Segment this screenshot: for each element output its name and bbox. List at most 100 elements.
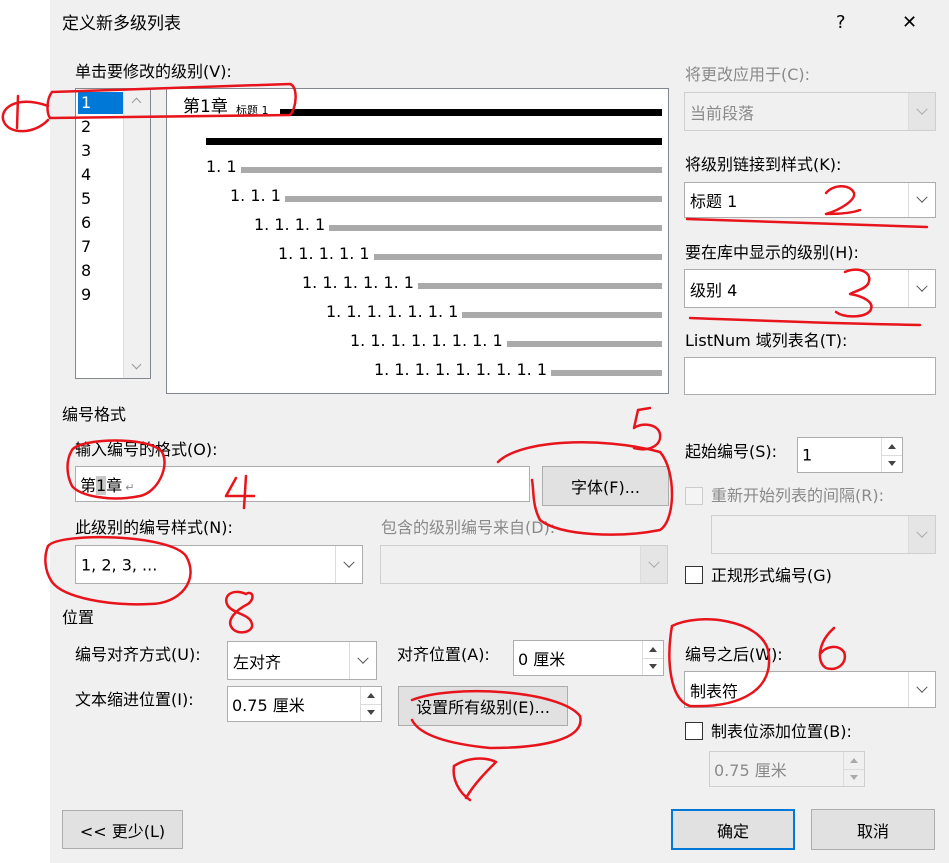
preview-text-line [374, 254, 662, 260]
listnum-input[interactable] [684, 357, 936, 395]
preview-text-line [418, 283, 662, 289]
level-list-label: 单击要修改的级别(V): [75, 62, 232, 81]
level-list-scrollbar[interactable] [123, 89, 150, 378]
link-style-select[interactable]: 标题 1 [684, 182, 936, 218]
follow-number-label: 编号之后(W): [685, 645, 783, 664]
apply-to-value: 当前段落 [690, 103, 755, 123]
preview-text-line [507, 341, 662, 347]
scroll-down-icon[interactable] [131, 359, 142, 370]
gallery-level-label: 要在库中显示的级别(H): [685, 243, 859, 262]
follow-number-select[interactable]: 制表符 [684, 671, 936, 708]
spin-down-icon[interactable] [844, 769, 864, 786]
indent-label: 文本缩进位置(I): [75, 690, 194, 709]
aligned-at-label: 对齐位置(A): [397, 645, 490, 664]
level-item[interactable]: 9 [81, 284, 121, 306]
level-item[interactable]: 2 [81, 116, 121, 138]
preview-level-number: 1. 1. 1. 1. 1. 1. 1. 1. 1 [374, 360, 547, 379]
level-item[interactable]: 3 [81, 140, 121, 162]
restart-list-select[interactable] [711, 515, 936, 554]
chevron-down-icon[interactable] [335, 546, 362, 583]
level-item[interactable]: 4 [81, 164, 121, 186]
legal-numbering-checkbox[interactable] [685, 566, 703, 584]
level-list[interactable]: 1 2 3 4 5 6 7 8 9 [75, 88, 151, 379]
chevron-down-icon[interactable] [908, 270, 935, 307]
indent-stepper[interactable]: 0.75 厘米 [227, 686, 382, 722]
preview-level-number: 1. 1. 1. 1. 1. 1. 1. 1 [350, 331, 503, 350]
alignment-select[interactable]: 左对齐 [227, 641, 377, 680]
listnum-label: ListNum 域列表名(T): [685, 331, 848, 350]
preview-level1-prefix: 第1章 [183, 97, 228, 117]
ok-button[interactable]: 确定 [671, 809, 795, 850]
start-at-label: 起始编号(S): [685, 442, 778, 461]
chevron-down-icon[interactable] [908, 672, 935, 707]
link-style-value: 标题 1 [690, 192, 738, 211]
start-at-value: 1 [802, 445, 813, 465]
spin-up-icon[interactable] [882, 438, 902, 456]
format-suffix: 章 [106, 476, 123, 495]
number-style-value: 1, 2, 3, ... [81, 555, 158, 574]
dialog-title: 定义新多级列表 [62, 14, 181, 34]
spin-down-icon[interactable] [361, 704, 381, 721]
restart-list-checkbox[interactable] [685, 487, 703, 505]
preview-text-line [285, 196, 662, 202]
level-item[interactable]: 1 [78, 92, 123, 114]
number-style-label: 此级别的编号样式(N): [75, 518, 233, 537]
spin-up-icon[interactable] [643, 641, 663, 659]
less-button[interactable]: << 更少(L) [62, 810, 183, 849]
font-button[interactable]: 字体(F)... [542, 466, 669, 506]
preview-level-number: 1. 1 [206, 157, 237, 176]
follow-number-value: 制表符 [690, 681, 739, 701]
preview-level-number: 1. 1. 1. 1. 1. 1. 1 [326, 302, 459, 321]
preview-level-number: 1. 1. 1. 1. 1 [278, 244, 370, 263]
paragraph-mark-icon: ↵ [125, 481, 135, 494]
preview-heading-line [280, 109, 662, 116]
start-at-stepper[interactable]: 1 [797, 437, 903, 473]
preview-level-number: 1. 1. 1. 1 [254, 215, 326, 234]
level-item[interactable]: 5 [81, 188, 121, 210]
number-style-select[interactable]: 1, 2, 3, ... [75, 545, 363, 584]
chevron-down-icon[interactable] [908, 93, 935, 130]
chevron-down-icon[interactable] [640, 546, 667, 583]
apply-to-label: 将更改应用于(C): [685, 65, 811, 84]
spin-up-icon[interactable] [844, 752, 864, 770]
preview-text-line [551, 370, 662, 376]
alignment-label: 编号对齐方式(U): [75, 645, 201, 664]
level-item[interactable]: 8 [81, 260, 121, 282]
aligned-at-stepper[interactable]: 0 厘米 [513, 640, 664, 676]
spin-down-icon[interactable] [643, 658, 663, 675]
preview-heading-line [206, 138, 662, 145]
scroll-up-icon[interactable] [131, 97, 142, 108]
preview-text-line [462, 312, 662, 318]
preview-text-line [241, 167, 662, 173]
chevron-down-icon[interactable] [349, 642, 376, 679]
spin-up-icon[interactable] [361, 687, 381, 705]
preview-level-number: 1. 1. 1. 1. 1. 1 [302, 273, 414, 292]
level-item[interactable]: 7 [81, 236, 121, 258]
gallery-level-select[interactable]: 级别 4 [684, 269, 936, 308]
gallery-level-value: 级别 4 [690, 280, 738, 300]
format-input[interactable]: 第1章 ↵ [75, 466, 530, 502]
cancel-button[interactable]: 取消 [811, 809, 935, 850]
chevron-down-icon[interactable] [908, 516, 935, 553]
link-style-label: 将级别链接到样式(K): [685, 155, 842, 174]
indent-value: 0.75 厘米 [232, 696, 305, 715]
tab-add-stepper[interactable]: 0.75 厘米 [709, 751, 865, 787]
include-level-label: 包含的级别编号来自(D): [381, 518, 556, 537]
position-section-label: 位置 [62, 608, 95, 627]
spin-down-icon[interactable] [882, 455, 902, 472]
legal-numbering-label: 正规形式编号(G) [711, 566, 832, 585]
apply-to-select[interactable]: 当前段落 [684, 92, 936, 131]
preview-level1-style: 标题 1 [236, 104, 269, 117]
tab-add-label: 制表位添加位置(B): [711, 722, 852, 741]
chevron-down-icon[interactable] [908, 183, 935, 217]
include-level-select[interactable] [380, 545, 668, 584]
set-all-levels-button[interactable]: 设置所有级别(E)... [398, 686, 568, 726]
format-value[interactable]: 第1章 ↵ [80, 472, 134, 496]
preview-level-number: 1. 1. 1 [230, 186, 281, 205]
level-item[interactable]: 6 [81, 212, 121, 234]
tab-add-checkbox[interactable] [685, 722, 703, 740]
format-label: 输入编号的格式(O): [75, 440, 218, 459]
alignment-value: 左对齐 [233, 652, 282, 672]
help-icon[interactable]: ? [836, 13, 846, 33]
close-icon[interactable]: ✕ [902, 13, 917, 33]
